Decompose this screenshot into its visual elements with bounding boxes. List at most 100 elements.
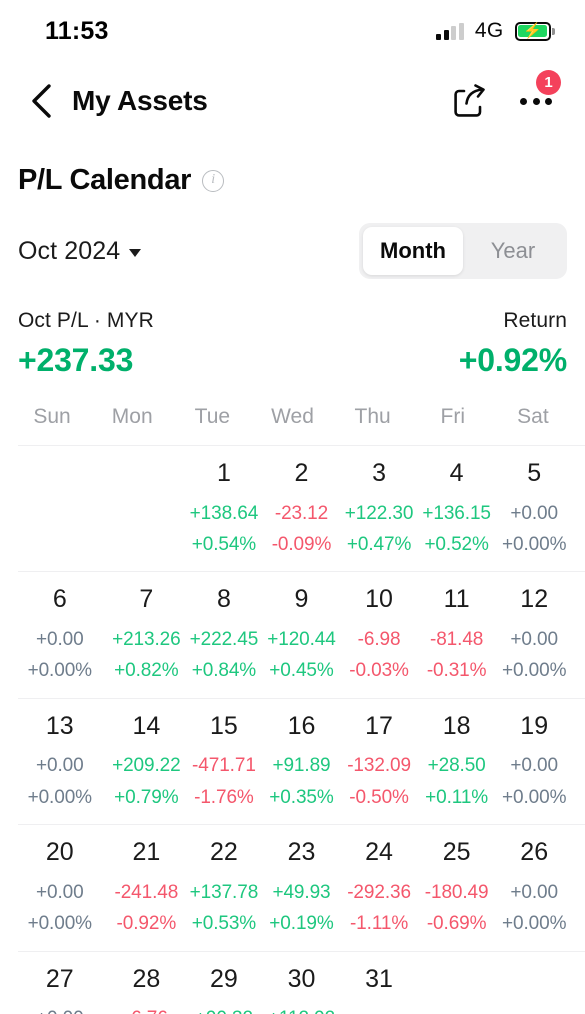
calendar-day-cell[interactable]: 11 -81.48 -0.31% [418,586,496,685]
calendar-day-cell[interactable]: 22 +137.78 +0.53% [185,839,263,938]
share-icon [454,84,485,117]
day-number: 10 [365,585,393,614]
calendar-day-cell[interactable]: 18 +28.50 +0.11% [418,712,496,812]
day-pl-percent: +0.79% [114,786,179,808]
calendar-day-cell[interactable]: 3 +122.30 +0.47% [340,459,418,559]
day-number: 23 [287,838,316,867]
day-pl-amount: +222.45 [189,628,259,650]
calendar-day-cell[interactable]: 4 +136.15 +0.52% [418,459,496,559]
day-pl-amount: +209.22 [112,755,181,777]
return-value: +0.92% [458,342,567,378]
calendar-day-cell[interactable]: 19 +0.00 +0.00% [495,712,573,812]
calendar-day-cell[interactable]: 13 +0.00 +0.00% [12,711,108,812]
day-pl-percent: +0.53% [191,913,257,935]
calendar-day-cell[interactable]: 26 +0.00 +0.00% [495,839,573,938]
day-number: 4 [449,459,464,487]
day-pl-amount: +49.93 [272,881,331,903]
day-number: 6 [52,585,67,614]
calendar-day-cell[interactable]: 24 -292.36 -1.11% [340,839,418,938]
calendar-day-cell[interactable]: 15 -471.71 -1.76% [185,712,263,812]
day-pl-percent: +0.11% [425,786,489,808]
day-pl-percent: +0.00% [502,913,567,935]
day-pl-amount: +28.50 [427,755,486,777]
day-pl-amount: +213.26 [112,628,181,650]
month-picker[interactable]: Oct 2024 [18,237,142,266]
calendar-day-cell[interactable]: 7 +213.26 +0.82% [108,586,186,685]
day-number: 16 [287,711,316,740]
day-number: 9 [294,585,309,614]
calendar-day-cell[interactable]: 30+112.92+0.44% [263,965,341,1014]
day-number: 17 [365,711,393,740]
day-pl-percent: -1.11% [349,913,409,935]
pl-summary: Oct P/L · MYR +237.33 [18,309,154,379]
day-number: 29 [210,964,238,993]
section-title: P/L Calendar [18,164,192,196]
weekday-header: Fri [440,405,466,428]
day-pl-amount: +137.78 [189,881,259,903]
calendar-week-row: 27+0.00+0.00%28-6.76-0.03%29+90.32+0.35%… [18,950,585,1014]
calendar-day-cell[interactable]: 8 +222.45 +0.84% [185,586,263,685]
day-number: 13 [45,711,74,740]
calendar-day-cell[interactable]: 17 -132.09 -0.50% [340,711,418,812]
day-pl-percent: +0.19% [269,913,334,935]
more-horizontal-icon [520,97,527,105]
calendar-day-cell[interactable]: 16 +91.89 +0.35% [263,711,341,812]
info-circle-icon[interactable]: i [202,169,225,192]
day-pl-amount: -471.71 [192,755,256,777]
day-number: 12 [520,585,549,614]
weekday-header: Thu [354,405,391,428]
calendar-week-row: 6 +0.00 +0.00% 7 +213.26 +0.82% 8 +222.45 +0.84%… [18,571,585,697]
pl-label: Oct P/L · MYR [18,309,154,332]
more-options-button[interactable]: 1 [517,70,561,118]
calendar-day-cell[interactable]: 23 +49.93 +0.19% [263,839,341,938]
day-pl-amount: +90.32 [185,1004,263,1014]
calendar-day-cell[interactable]: 9 +120.44 +0.45% [263,586,341,685]
calendar-week-row: 13 +0.00 +0.00% 14 +209.22 +0.79% 15 -471.71 -1.… [18,697,585,824]
weekday-header-row: Sun Mon Tue Wed Thu Fri Sat [0,405,585,445]
day-pl-amount: +0.00 [35,628,84,650]
calendar-day-cell[interactable]: 27+0.00+0.00% [12,965,108,1014]
day-pl-percent: -0.31% [426,660,487,682]
calendar-day-cell[interactable]: 28-6.76-0.03% [108,965,186,1014]
calendar-day-cell[interactable]: 6 +0.00 +0.00% [12,586,108,685]
day-pl-amount: +0.00 [510,755,558,777]
day-pl-amount: +136.15 [422,502,491,524]
calendar-day-cell[interactable]: 5 +0.00 +0.00% [495,459,573,559]
day-pl-percent: -0.92% [116,913,177,935]
calendar-day-cell[interactable]: 31 [340,964,418,1014]
calendar-day-cell[interactable]: 14 +209.22 +0.79% [108,712,186,812]
tab-year[interactable]: Year [463,227,563,275]
weekday-header: Mon [111,405,153,428]
day-pl-percent: +0.00% [27,786,92,808]
day-pl-amount: -81.48 [429,628,484,650]
tab-month[interactable]: Month [363,227,463,275]
period-toggle: Month Year [359,223,567,279]
day-pl-percent: -0.69% [426,913,487,935]
weekday-header: Wed [271,405,314,428]
calendar-day-cell[interactable]: 2 -23.12 -0.09% [263,459,341,559]
navigation-bar: My Assets 1 [0,62,585,140]
day-pl-amount: +122.30 [344,502,414,524]
day-pl-percent: +0.00% [502,786,567,808]
day-pl-amount: +120.44 [267,628,336,650]
calendar-day-cell[interactable]: 25 -180.49 -0.69% [418,839,496,938]
day-number: 24 [365,838,393,867]
back-button[interactable] [18,78,64,124]
calendar-weeks: 1 +138.64 +0.54% 2 -23.12 -0.09% 3 +122.30 +0.47… [0,445,585,1014]
day-number: 31 [365,964,393,993]
calendar-day-cell[interactable]: 21 -241.48 -0.92% [108,839,186,938]
day-pl-percent: +0.45% [269,660,334,682]
calendar-day-cell[interactable]: 12 +0.00 +0.00% [495,586,573,685]
calendar-day-cell[interactable]: 1 +138.64 +0.54% [185,459,263,559]
calendar-day-cell[interactable]: 10 -6.98 -0.03% [340,586,418,685]
notification-badge: 1 [536,70,561,95]
share-button[interactable] [453,84,487,118]
day-number: 8 [216,585,231,614]
page-title: My Assets [72,85,208,116]
calendar-day-cell[interactable]: 20 +0.00 +0.00% [12,839,108,938]
calendar-day-cell[interactable]: 29+90.32+0.35% [185,964,263,1014]
section-header: P/L Calendar i [0,140,585,197]
day-pl-amount: +112.92 [263,1004,341,1014]
day-pl-amount: +0.00 [35,755,84,777]
day-number: 5 [527,459,542,487]
